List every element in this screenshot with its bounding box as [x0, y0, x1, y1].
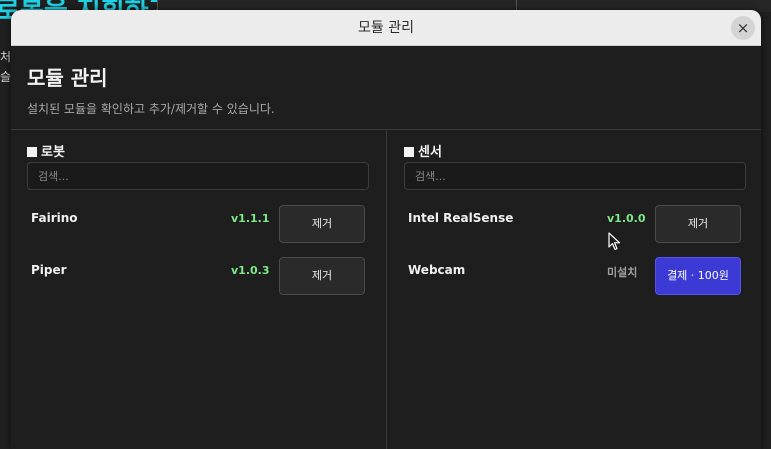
- list-item: Webcam 미설치 결제 · 100원: [404, 257, 746, 297]
- module-name: Fairino: [31, 211, 78, 225]
- module-name: Intel RealSense: [408, 211, 514, 225]
- section-title-label: 센서: [418, 145, 442, 160]
- page-title: 모듈 관리: [27, 66, 108, 90]
- sensor-search-input[interactable]: [404, 162, 746, 190]
- background-text: 처: [0, 50, 12, 64]
- list-item: Fairino v1.1.1 제거: [27, 205, 369, 245]
- section-title-robot: 로봇: [27, 141, 65, 160]
- module-manager-dialog: 모듈 관리 × 모듈 관리 설치된 모듈을 확인하고 추가/제거할 수 있습니다…: [11, 10, 761, 449]
- close-icon: ×: [736, 19, 750, 37]
- window-title: 모듈 관리: [358, 20, 414, 36]
- section-title-label: 로봇: [41, 145, 65, 160]
- section-title-sensor: 센서: [404, 141, 442, 160]
- robot-search-input[interactable]: [27, 162, 369, 190]
- mouse-cursor-icon: [608, 232, 621, 251]
- module-name: Webcam: [408, 263, 466, 277]
- remove-button[interactable]: 제거: [279, 257, 365, 295]
- remove-button[interactable]: 제거: [279, 205, 365, 243]
- module-version: v1.0.0: [607, 212, 646, 225]
- list-item: Intel RealSense v1.0.0 제거: [404, 205, 746, 245]
- module-version: v1.0.3: [231, 264, 270, 277]
- not-installed-badge: 미설치: [607, 266, 638, 279]
- purchase-button[interactable]: 결제 · 100원: [655, 257, 741, 295]
- close-button[interactable]: ×: [731, 16, 755, 40]
- remove-button[interactable]: 제거: [655, 205, 741, 243]
- square-icon: [27, 147, 37, 157]
- list-item: Piper v1.0.3 제거: [27, 257, 369, 297]
- column-divider: [386, 130, 387, 449]
- page-subtitle: 설치된 모듈을 확인하고 추가/제거할 수 있습니다.: [27, 102, 275, 116]
- window-titlebar[interactable]: 모듈 관리 ×: [11, 10, 761, 46]
- module-name: Piper: [31, 263, 67, 277]
- square-icon: [404, 147, 414, 157]
- module-version: v1.1.1: [231, 212, 270, 225]
